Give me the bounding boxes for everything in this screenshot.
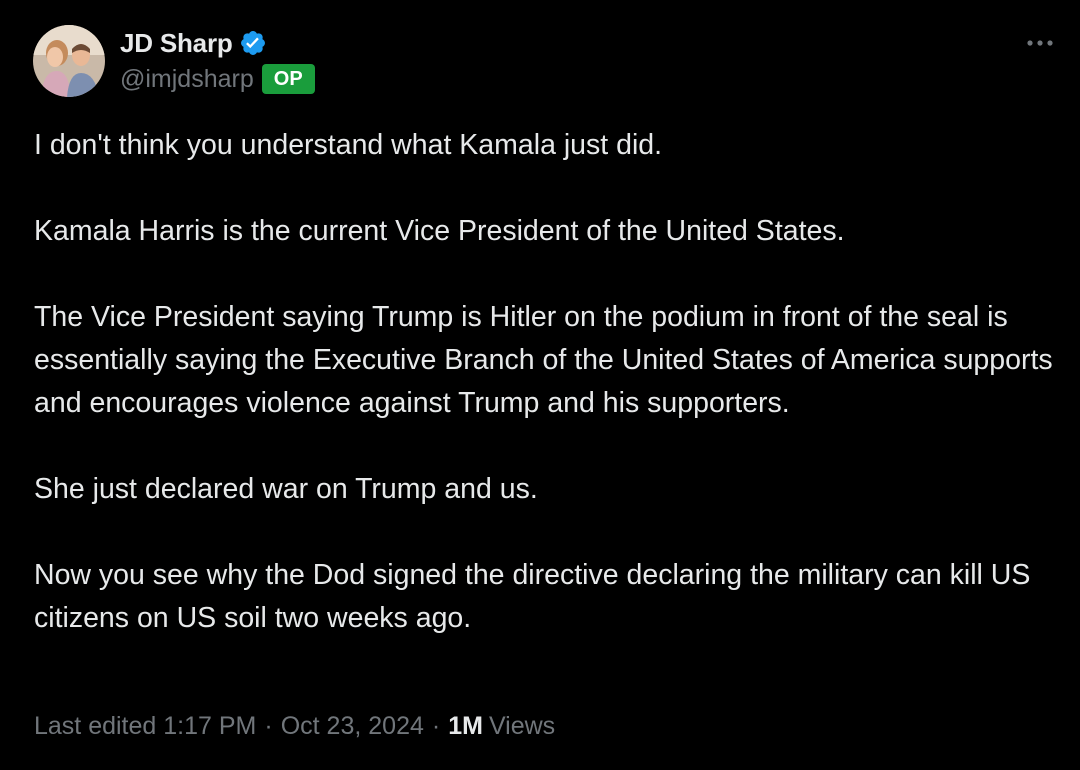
views-count[interactable]: 1M <box>448 712 483 741</box>
more-options-button[interactable] <box>1020 28 1060 58</box>
more-horizontal-icon <box>1027 40 1053 46</box>
separator-dot: · <box>264 712 273 740</box>
tweet-paragraph: I don't think you understand what Kamala… <box>34 129 663 161</box>
edited-label[interactable]: Last edited <box>34 712 156 741</box>
op-badge: OP <box>261 64 315 94</box>
author-display-name[interactable]: JD Sharp <box>120 28 233 59</box>
avatar-photo-icon <box>33 25 105 97</box>
tweet-time[interactable]: 1:17 PM <box>163 712 256 741</box>
tweet-text: I don't think you understand what Kamala… <box>34 124 1054 640</box>
author-name-row: JD Sharp <box>120 26 267 60</box>
avatar[interactable] <box>33 25 105 97</box>
tweet: JD Sharp @imjdsharp OP I don't think you… <box>0 0 1080 770</box>
views-label: Views <box>488 712 556 740</box>
verified-badge-icon[interactable] <box>239 29 267 57</box>
tweet-paragraph: She just declared war on Trump and us. <box>34 473 538 505</box>
tweet-paragraph: Kamala Harris is the current Vice Presid… <box>34 215 845 247</box>
separator-dot: · <box>431 712 441 740</box>
tweet-date[interactable]: Oct 23, 2024 <box>281 712 424 741</box>
author-handle[interactable]: @imjdsharp <box>120 65 254 94</box>
tweet-paragraph: Now you see why the Dod signed the direc… <box>34 559 1031 634</box>
tweet-meta: Last edited 1:17 PM · Oct 23, 2024 · 1M … <box>34 712 555 741</box>
tweet-paragraph: The Vice President saying Trump is Hitle… <box>34 301 1053 419</box>
author-handle-row: @imjdsharp OP <box>120 62 315 96</box>
